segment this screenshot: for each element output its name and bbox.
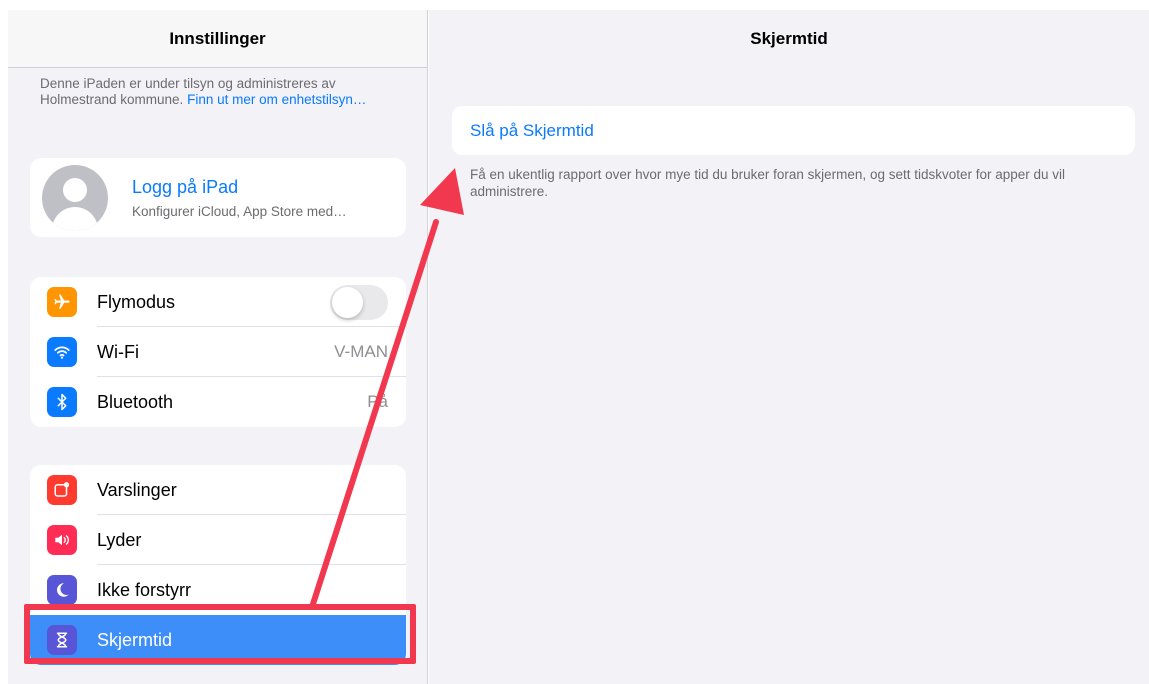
sidebar-item-label: Varslinger: [97, 479, 177, 500]
airplane-mode-toggle[interactable]: [330, 284, 388, 320]
main-header: Skjermtid: [429, 10, 1149, 68]
sign-in-card[interactable]: Logg på iPad Konfigurer iCloud, App Stor…: [30, 158, 406, 237]
sidebar-item-bluetooth[interactable]: Bluetooth På: [30, 377, 406, 427]
airplane-icon: [47, 287, 77, 317]
page-title: Skjermtid: [750, 29, 828, 48]
sidebar-item-label: Wi-Fi: [97, 341, 139, 362]
turn-on-screen-time-button[interactable]: Slå på Skjermtid: [452, 106, 1135, 155]
sidebar-item-label: Flymodus: [97, 291, 176, 312]
sidebar-item-label: Bluetooth: [97, 391, 174, 412]
sidebar-item-sounds[interactable]: Lyder: [30, 515, 406, 565]
wifi-network-value: V-MAN: [334, 342, 388, 361]
notifications-icon: [47, 475, 77, 505]
settings-window: Innstillinger Denne iPaden er under tils…: [8, 10, 1149, 684]
sidebar-item-label: Ikke forstyrr: [97, 579, 192, 600]
speaker-icon: [47, 525, 77, 555]
annotation-highlight-box: [24, 604, 416, 664]
wifi-icon: [47, 337, 77, 367]
settings-sidebar: Innstillinger Denne iPaden er under tils…: [8, 10, 428, 684]
supervision-notice: Denne iPaden er under tilsyn og administ…: [40, 76, 400, 108]
sidebar-title: Innstillinger: [169, 28, 266, 48]
sign-in-title: Logg på iPad: [132, 177, 239, 197]
bluetooth-icon: [47, 387, 77, 417]
turn-on-screen-time-label: Slå på Skjermtid: [470, 120, 594, 140]
sign-in-subtitle: Konfigurer iCloud, App Store med…: [132, 204, 347, 219]
sidebar-header: Innstillinger: [8, 10, 427, 68]
sidebar-item-label: Lyder: [97, 529, 142, 550]
avatar: [42, 164, 108, 231]
moon-icon: [47, 575, 77, 605]
sidebar-item-wifi[interactable]: Wi-Fi V-MAN: [30, 327, 406, 377]
bluetooth-status-value: På: [367, 392, 388, 411]
sidebar-item-notifications[interactable]: Varslinger: [30, 465, 406, 515]
supervision-learn-more-link[interactable]: Finn ut mer om enhetstilsyn…: [187, 92, 366, 107]
screen-time-pane: Skjermtid Slå på Skjermtid Få en ukentli…: [429, 10, 1149, 684]
sidebar-item-airplane-mode[interactable]: Flymodus: [30, 277, 406, 327]
screen-time-description: Få en ukentlig rapport over hvor mye tid…: [470, 167, 1066, 199]
network-group: Flymodus Wi-Fi V-MAN Bluetooth På: [30, 277, 406, 427]
